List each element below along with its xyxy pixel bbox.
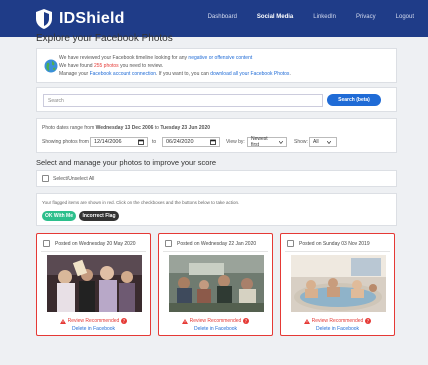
review-recommended: Review Recommended ? [37,318,150,324]
photo-card: Posted on Wednesday 22 Jan 2020 Review R… [158,233,273,336]
select-all-label[interactable]: Select/Unselect All [53,176,94,182]
divider [285,251,390,252]
date-to-field[interactable]: 06/24/2020 [162,137,220,147]
show-select[interactable]: All [309,137,337,147]
select-all-card: Select/Unselect All [36,170,397,187]
review-label: Review Recommended [311,318,364,324]
delete-in-facebook-link[interactable]: Delete in Facebook [159,326,272,332]
info-text: Manage your [59,71,90,77]
to-label: to [152,139,157,145]
party-photo-image [47,255,142,312]
photo-count: 255 photos [93,63,119,69]
main-nav: Dashboard Social Media LinkedIn Privacy … [188,14,414,20]
showing-label: Showing photos from [42,139,89,145]
help-icon[interactable]: ? [365,318,372,324]
download-photos-link[interactable]: download all your Facebook Photos [210,71,289,77]
date-from-field[interactable]: 12/14/2006 [90,137,148,147]
chevron-down-icon [326,140,331,144]
info-text: . [289,71,291,77]
delete-in-facebook-link[interactable]: Delete in Facebook [281,326,394,332]
date-to-value: 06/24/2020 [166,139,194,145]
nav-linkedin[interactable]: LinkedIn [313,14,336,20]
info-line-3: Manage your Facebook account connection.… [59,71,291,77]
review-recommended: Review Recommended ? [281,318,394,324]
top-navigation-bar: IDShield Dashboard Social Media LinkedIn… [0,0,428,37]
info-card: We have reviewed your Facebook timeline … [36,48,397,83]
review-label: Review Recommended [67,318,120,324]
manage-section-title: Select and manage your photos to improve… [36,158,217,167]
info-text: We have reviewed your Facebook timeline … [59,55,189,61]
chevron-down-icon [279,140,283,144]
warning-icon [303,318,310,324]
incorrect-flag-button[interactable]: Incorrect Flag [79,211,119,221]
earth-icon [44,59,58,73]
review-label: Review Recommended [189,318,242,324]
brand-name: IDShield [59,10,125,27]
show-value: All [313,139,319,145]
photo-card: Posted on Wednesday 20 May 2020 Review R… [36,233,151,336]
date-range-label: Photo dates range from [42,125,96,131]
photo-card: Posted on Sunday 03 Nov 2019 Review Reco… [280,233,395,336]
photo-thumbnail[interactable] [47,255,142,312]
info-text: . If you want to, you can [156,71,211,77]
calendar-icon[interactable] [138,139,144,145]
info-text: We have found [59,63,94,69]
search-card: Search (beta) [36,87,397,112]
review-recommended: Review Recommended ? [159,318,272,324]
info-line-2: We have found 255 photos you need to rev… [59,63,163,69]
ok-with-me-button[interactable]: OK With Me [42,211,76,221]
date-filter-card: Photo dates range from Wednesday 13 Dec … [36,118,397,153]
warning-icon [181,318,188,324]
brand-logo[interactable]: IDShield [34,8,125,30]
calendar-icon[interactable] [210,139,216,145]
date-range-text: Photo dates range from Wednesday 13 Dec … [42,125,210,131]
warning-icon [59,318,66,324]
shield-icon [36,9,52,29]
photo-checkbox[interactable] [165,240,172,247]
date-from-value: 12/14/2006 [94,139,122,145]
photo-checkbox[interactable] [43,240,50,247]
view-by-select[interactable]: Newest first [247,136,287,148]
info-text: you need to review. [118,63,164,69]
crowd-photo-image [169,255,264,312]
nav-dashboard[interactable]: Dashboard [208,14,237,20]
range-end-date: Tuesday 23 Jun 2020 [160,125,210,131]
help-icon[interactable]: ? [243,318,250,324]
range-start-date: Wednesday 13 Dec 2006 [95,125,154,131]
help-icon[interactable]: ? [121,318,128,324]
divider [163,251,268,252]
flag-note: Your flagged items are shown in red. Cli… [42,200,240,205]
photo-thumbnail[interactable] [169,255,264,312]
info-line-1: We have reviewed your Facebook timeline … [59,55,252,61]
posted-date: Posted on Wednesday 20 May 2020 [55,241,136,247]
account-connection-link[interactable]: Facebook account connection [90,71,156,77]
flag-actions-card: Your flagged items are shown in red. Cli… [36,193,397,226]
hot-tub-photo-image [291,255,386,312]
delete-in-facebook-link[interactable]: Delete in Facebook [37,326,150,332]
nav-privacy[interactable]: Privacy [356,14,376,20]
search-input[interactable] [43,94,323,107]
view-by-label: View by: [226,139,245,145]
select-all-checkbox[interactable] [42,175,49,182]
divider [41,251,146,252]
photo-thumbnail[interactable] [291,255,386,312]
view-by-value: Newest first [251,136,268,148]
photo-checkbox[interactable] [287,240,294,247]
offensive-content-link[interactable]: negative or offensive content [188,55,252,61]
posted-date: Posted on Wednesday 22 Jan 2020 [177,241,257,247]
page-title: Explore your Facebook Photos [36,33,173,44]
search-button[interactable]: Search (beta) [327,94,381,106]
posted-date: Posted on Sunday 03 Nov 2019 [299,241,370,247]
nav-social-media[interactable]: Social Media [257,14,293,20]
nav-logout[interactable]: Logout [396,14,414,20]
show-label: Show: [294,139,308,145]
